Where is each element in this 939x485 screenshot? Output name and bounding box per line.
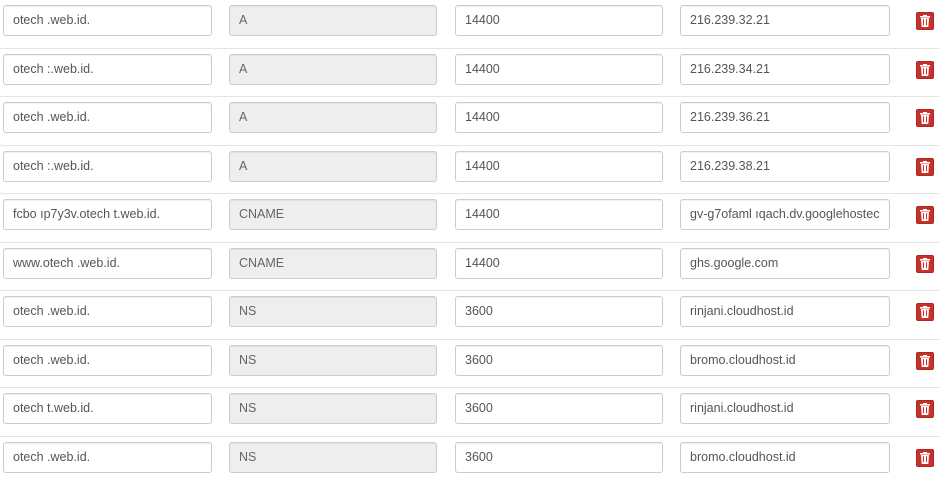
- record-value-input[interactable]: bromo.cloudhost.id: [680, 442, 890, 473]
- record-value-input[interactable]: 216.239.36.21: [680, 102, 890, 133]
- trash-icon: [920, 403, 930, 415]
- record-ttl-input[interactable]: 3600: [455, 442, 663, 473]
- delete-record-button[interactable]: [916, 255, 934, 273]
- record-value-input[interactable]: gv-g7ofaml ıqach.dv.googlehostec: [680, 199, 890, 230]
- dns-record-row: otech .web.id. A 14400 216.239.36.21: [0, 97, 939, 146]
- trash-icon: [920, 209, 930, 221]
- trash-icon: [920, 161, 930, 173]
- record-name-input[interactable]: otech .web.id.: [3, 5, 212, 36]
- trash-icon: [920, 258, 930, 270]
- delete-record-button[interactable]: [916, 352, 934, 370]
- record-name-input[interactable]: otech t.web.id.: [3, 393, 212, 424]
- record-name-input[interactable]: otech .web.id.: [3, 102, 212, 133]
- record-name-input[interactable]: fcbo ıp7y3v.otech t.web.id.: [3, 199, 212, 230]
- delete-record-button[interactable]: [916, 303, 934, 321]
- record-name-input[interactable]: otech .web.id.: [3, 345, 212, 376]
- record-ttl-input[interactable]: 14400: [455, 199, 663, 230]
- record-value-input[interactable]: 216.239.34.21: [680, 54, 890, 85]
- trash-icon: [920, 355, 930, 367]
- delete-record-button[interactable]: [916, 61, 934, 79]
- dns-record-row: otech .web.id. A 14400 216.239.32.21: [0, 0, 939, 49]
- delete-record-button[interactable]: [916, 109, 934, 127]
- dns-records-table: otech .web.id. A 14400 216.239.32.21 ote…: [0, 0, 939, 485]
- record-type-field: NS: [229, 296, 437, 327]
- dns-record-row: fcbo ıp7y3v.otech t.web.id. CNAME 14400 …: [0, 194, 939, 243]
- delete-record-button[interactable]: [916, 449, 934, 467]
- record-ttl-input[interactable]: 3600: [455, 393, 663, 424]
- record-type-field: A: [229, 5, 437, 36]
- delete-record-button[interactable]: [916, 400, 934, 418]
- delete-record-button[interactable]: [916, 206, 934, 224]
- record-type-field: A: [229, 102, 437, 133]
- record-value-input[interactable]: rinjani.cloudhost.id: [680, 393, 890, 424]
- record-ttl-input[interactable]: 14400: [455, 102, 663, 133]
- record-ttl-input[interactable]: 14400: [455, 248, 663, 279]
- record-name-input[interactable]: otech .web.id.: [3, 296, 212, 327]
- trash-icon: [920, 15, 930, 27]
- record-name-input[interactable]: otech :.web.id.: [3, 151, 212, 182]
- record-type-field: A: [229, 54, 437, 85]
- delete-record-button[interactable]: [916, 158, 934, 176]
- record-ttl-input[interactable]: 3600: [455, 345, 663, 376]
- record-value-input[interactable]: ghs.google.com: [680, 248, 890, 279]
- delete-record-button[interactable]: [916, 12, 934, 30]
- dns-record-row: otech .web.id. NS 3600 rinjani.cloudhost…: [0, 291, 939, 340]
- record-ttl-input[interactable]: 14400: [455, 151, 663, 182]
- record-name-input[interactable]: otech :.web.id.: [3, 54, 212, 85]
- dns-record-row: www.otech .web.id. CNAME 14400 ghs.googl…: [0, 243, 939, 292]
- trash-icon: [920, 112, 930, 124]
- dns-record-row: otech .web.id. NS 3600 bromo.cloudhost.i…: [0, 340, 939, 389]
- record-ttl-input[interactable]: 14400: [455, 5, 663, 36]
- record-value-input[interactable]: 216.239.38.21: [680, 151, 890, 182]
- record-type-field: CNAME: [229, 199, 437, 230]
- record-type-field: NS: [229, 393, 437, 424]
- dns-record-row: otech t.web.id. NS 3600 rinjani.cloudhos…: [0, 388, 939, 437]
- dns-record-row: otech .web.id. NS 3600 bromo.cloudhost.i…: [0, 437, 939, 485]
- record-name-input[interactable]: otech .web.id.: [3, 442, 212, 473]
- record-type-field: CNAME: [229, 248, 437, 279]
- record-name-input[interactable]: www.otech .web.id.: [3, 248, 212, 279]
- trash-icon: [920, 452, 930, 464]
- record-type-field: A: [229, 151, 437, 182]
- record-value-input[interactable]: rinjani.cloudhost.id: [680, 296, 890, 327]
- record-ttl-input[interactable]: 3600: [455, 296, 663, 327]
- trash-icon: [920, 64, 930, 76]
- trash-icon: [920, 306, 930, 318]
- record-value-input[interactable]: 216.239.32.21: [680, 5, 890, 36]
- record-value-input[interactable]: bromo.cloudhost.id: [680, 345, 890, 376]
- record-type-field: NS: [229, 442, 437, 473]
- dns-record-row: otech :.web.id. A 14400 216.239.34.21: [0, 49, 939, 98]
- record-ttl-input[interactable]: 14400: [455, 54, 663, 85]
- record-type-field: NS: [229, 345, 437, 376]
- dns-record-row: otech :.web.id. A 14400 216.239.38.21: [0, 146, 939, 195]
